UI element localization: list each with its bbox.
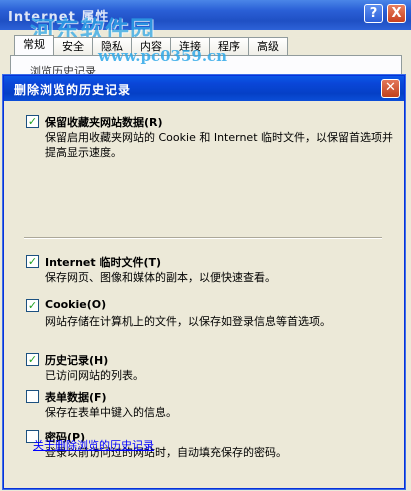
checkbox-history[interactable]: ✓ <box>26 353 39 366</box>
tab-advanced[interactable]: 高级 <box>248 37 288 55</box>
option-description: 已访问网站的列表。 <box>45 369 144 382</box>
option-label[interactable]: Cookie(O) <box>45 298 106 311</box>
parent-titlebar: Internet 属性 河东软件园 ? X <box>0 0 411 44</box>
option-label[interactable]: 表单数据(F) <box>45 389 107 405</box>
tab-security[interactable]: 安全 <box>53 37 93 55</box>
option-description: 保存在表单中键入的信息。 <box>45 406 177 419</box>
option-label[interactable]: 历史记录(H) <box>45 352 108 368</box>
parent-close-button[interactable]: X <box>387 4 406 23</box>
watermark-url: www.pc0359.cn <box>98 47 228 65</box>
parent-help-button[interactable]: ? <box>364 4 383 23</box>
checkbox-cookies[interactable]: ✓ <box>26 299 39 312</box>
separator-line <box>24 237 382 239</box>
option-label[interactable]: 保留收藏夹网站数据(R) <box>45 114 163 130</box>
delete-history-dialog: 删除浏览的历史记录 ✕ ✓ 保留收藏夹网站数据(R) 保留启用收藏夹网站的 Co… <box>3 75 405 489</box>
option-description: 保存网页、图像和媒体的副本，以便快速查看。 <box>45 271 276 284</box>
checkbox-form-data[interactable] <box>26 390 39 403</box>
option-description: 保留启用收藏夹网站的 Cookie 和 Internet 临时文件，以保留首选项… <box>45 131 393 159</box>
checkbox-temp-files[interactable]: ✓ <box>26 255 39 268</box>
dialog-close-button[interactable]: ✕ <box>381 79 400 98</box>
about-delete-history-link[interactable]: 关于删除浏览的历史记录 <box>33 437 154 453</box>
checkbox-preserve-favorites[interactable]: ✓ <box>26 115 39 128</box>
dialog-title: 删除浏览的历史记录 <box>14 83 132 97</box>
tab-general[interactable]: 常规 <box>14 35 54 55</box>
dialog-titlebar: 删除浏览的历史记录 ✕ <box>4 76 404 101</box>
option-description: 网站存储在计算机上的文件，以保存如登录信息等首选项。 <box>45 315 331 328</box>
option-label[interactable]: Internet 临时文件(T) <box>45 254 161 270</box>
